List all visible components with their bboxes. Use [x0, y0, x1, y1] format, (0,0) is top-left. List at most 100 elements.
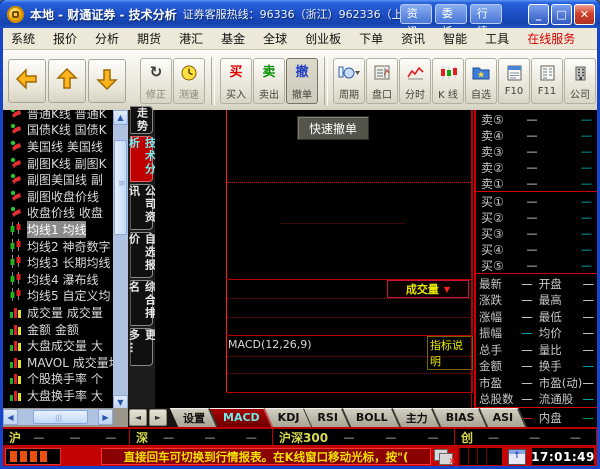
info-label: 涨幅 — [479, 309, 521, 325]
side-tab-更多[interactable]: 更多… — [130, 328, 153, 366]
list-item[interactable]: 金额 金额 — [3, 321, 113, 338]
tab-scroll-left-icon[interactable]: ◄ — [129, 409, 147, 426]
menu-item-资讯[interactable]: 资讯 — [401, 30, 425, 47]
side-tab-走势[interactable]: 走势 — [130, 106, 153, 134]
menu-item-工具[interactable]: 工具 — [485, 30, 509, 47]
list-item[interactable]: 美国线 美国线 — [3, 138, 113, 155]
title-button-资讯[interactable]: 资讯 — [400, 4, 432, 24]
indicator-help-link[interactable]: 指标说明 — [427, 336, 473, 370]
tab-scroll-right-icon[interactable]: ► — [149, 409, 167, 426]
list-item[interactable]: 副图收盘价线 — [3, 188, 113, 205]
toolbar-button-分时[interactable]: 分时 — [399, 58, 431, 104]
bottom-tab-RSI[interactable]: RSI — [308, 408, 347, 427]
list-item[interactable]: 均线4 瀑布线 — [3, 271, 113, 288]
menu-item-报价[interactable]: 报价 — [53, 30, 77, 47]
signal-bars-icon — [5, 448, 61, 465]
close-button[interactable]: ✕ — [574, 4, 595, 25]
toolbar-button-盘口[interactable]: 盘口 — [366, 58, 398, 104]
nav-up-button[interactable] — [48, 59, 86, 103]
side-tab-label: 技术分析 — [126, 137, 158, 181]
side-tab-综合排名[interactable]: 综合排名 — [130, 280, 153, 326]
list-item[interactable]: 成交量 成交量 — [3, 304, 113, 321]
list-item[interactable]: 均线3 长期均线 — [3, 254, 113, 271]
menu-item-智能[interactable]: 智能 — [443, 30, 467, 47]
nav-down-button[interactable] — [88, 59, 126, 103]
title-button-委托[interactable]: 委托 — [435, 4, 467, 24]
toolbar-button-周期[interactable]: 周期 — [333, 58, 365, 104]
side-tab-公司资讯[interactable]: 公司资讯 — [130, 184, 153, 230]
menu-item-全球[interactable]: 全球 — [263, 30, 287, 47]
quote-value: — — [517, 161, 547, 174]
list-item[interactable]: 均线2 神奇数字 — [3, 238, 113, 255]
menu-item-创业板[interactable]: 创业板 — [305, 30, 341, 47]
quote-volume: — — [581, 113, 592, 126]
list-item[interactable]: 个股换手率 个 — [3, 371, 113, 388]
side-tab-label: 自选报价 — [126, 233, 158, 277]
hscroll-thumb[interactable] — [33, 410, 88, 424]
bottom-tab-BOLL[interactable]: BOLL — [347, 408, 397, 427]
maximize-button[interactable]: □ — [551, 4, 572, 25]
f11-icon — [540, 63, 555, 83]
list-item[interactable]: 大盘换手率 大 — [3, 387, 113, 404]
scroll-up-icon[interactable]: ▲ — [113, 110, 128, 125]
list-item-label: 均线2 神奇数字 — [27, 238, 110, 255]
bottom-tab-MACD[interactable]: MACD — [214, 408, 269, 427]
app-window: 本地 - 财通证券 - 技术分析 证券客服热线：96336（浙江）962336（… — [0, 0, 600, 469]
side-tab-自选报价[interactable]: 自选报价 — [130, 232, 153, 278]
menu-item-online-service[interactable]: 在线服务 — [527, 30, 575, 47]
title-button-行情[interactable]: 行情 — [470, 4, 502, 24]
quote-panel: 卖⑤——卖④——卖③——卖②——卖①——买①——买②——买③——买④——买⑤——… — [474, 110, 597, 427]
toolbar-button-K线[interactable]: K 线 — [432, 58, 464, 104]
toolbar-button-自选[interactable]: ★自选 — [465, 58, 497, 104]
list-item[interactable]: 均线5 自定义均 — [3, 288, 113, 305]
market-value: — — [370, 431, 412, 444]
scroll-left-icon[interactable]: ◀ — [3, 409, 18, 425]
bottom-tab-BIAS[interactable]: BIAS — [437, 408, 484, 427]
toolbar-button-F10[interactable]: F10 — [498, 58, 530, 104]
toolbar-button-F11[interactable]: F11 — [531, 58, 563, 104]
list-item[interactable]: 收盘价线 收盘 — [3, 205, 113, 222]
toolbar-button-修正[interactable]: ↻修正 — [140, 58, 172, 104]
info-label: 金额 — [479, 358, 521, 374]
volume-indicator-button[interactable]: 成交量 ▼ — [387, 280, 469, 298]
toolbar-button-label: 测速 — [179, 86, 199, 101]
list-item[interactable]: MAVOL 成交量均 — [3, 354, 113, 371]
toolbar-button-买入[interactable]: 买买入 — [220, 58, 252, 104]
menu-item-期货[interactable]: 期货 — [137, 30, 161, 47]
menu-item-下单[interactable]: 下单 — [359, 30, 383, 47]
toolbar-button-label: F11 — [538, 86, 556, 97]
toolbar-button-测速[interactable]: 测速 — [173, 58, 205, 104]
indicator-list-hscrollbar[interactable]: ◀ ▶ — [3, 409, 113, 425]
list-item[interactable]: 均线1 均线 — [3, 221, 113, 238]
toolbar-button-公司[interactable]: 公司 — [564, 58, 596, 104]
kline-chart[interactable]: 成交量 ▼ MACD(12,26,9) 指标说明 — [155, 110, 473, 408]
toolbar-button-撤单[interactable]: 撤撤单 — [286, 58, 318, 104]
minimize-button[interactable]: _ — [528, 4, 549, 25]
menu-item-分析[interactable]: 分析 — [95, 30, 119, 47]
list-item[interactable]: 副图K线 副图K — [3, 155, 113, 172]
clock-time: 17:01:49 — [532, 448, 594, 465]
upload-status-icon[interactable] — [508, 449, 526, 465]
list-item[interactable]: 副图美国线 副 — [3, 171, 113, 188]
toolbar-button-卖出[interactable]: 卖卖出 — [253, 58, 285, 104]
info-row: 振幅—均价— — [476, 325, 597, 341]
menu-item-港汇[interactable]: 港汇 — [179, 30, 203, 47]
bottom-tab-主力[interactable]: 主力 — [397, 408, 437, 427]
scroll-right-icon[interactable]: ▶ — [98, 409, 113, 425]
nav-back-button[interactable] — [8, 59, 46, 103]
menu-item-基金[interactable]: 基金 — [221, 30, 245, 47]
menu-item-系统[interactable]: 系统 — [11, 30, 35, 47]
buy-icon: 买 — [229, 63, 242, 83]
side-tab-技术分析[interactable]: 技术分析 — [130, 136, 153, 182]
list-item[interactable]: 国债K线 国债K — [3, 122, 113, 139]
connection-status-icon[interactable]: ✕ — [434, 449, 454, 464]
bottom-tab-ASI[interactable]: ASI — [484, 408, 523, 427]
buy-row: 买②—— — [476, 209, 597, 225]
list-item[interactable]: 大盘成交量 大 — [3, 337, 113, 354]
status-info-bar: 直接回车可切换到行情报表。在K线窗口移动光标，按"( ✕ 17:01:49 — [3, 447, 597, 466]
quote-row-label: 卖① — [481, 175, 517, 192]
info-label: 涨跌 — [479, 292, 521, 308]
toolbar-button-label: 撤单 — [292, 86, 312, 101]
bottom-tab-设置[interactable]: 设置 — [174, 408, 214, 427]
bottom-tab-KDJ[interactable]: KDJ — [269, 408, 309, 427]
